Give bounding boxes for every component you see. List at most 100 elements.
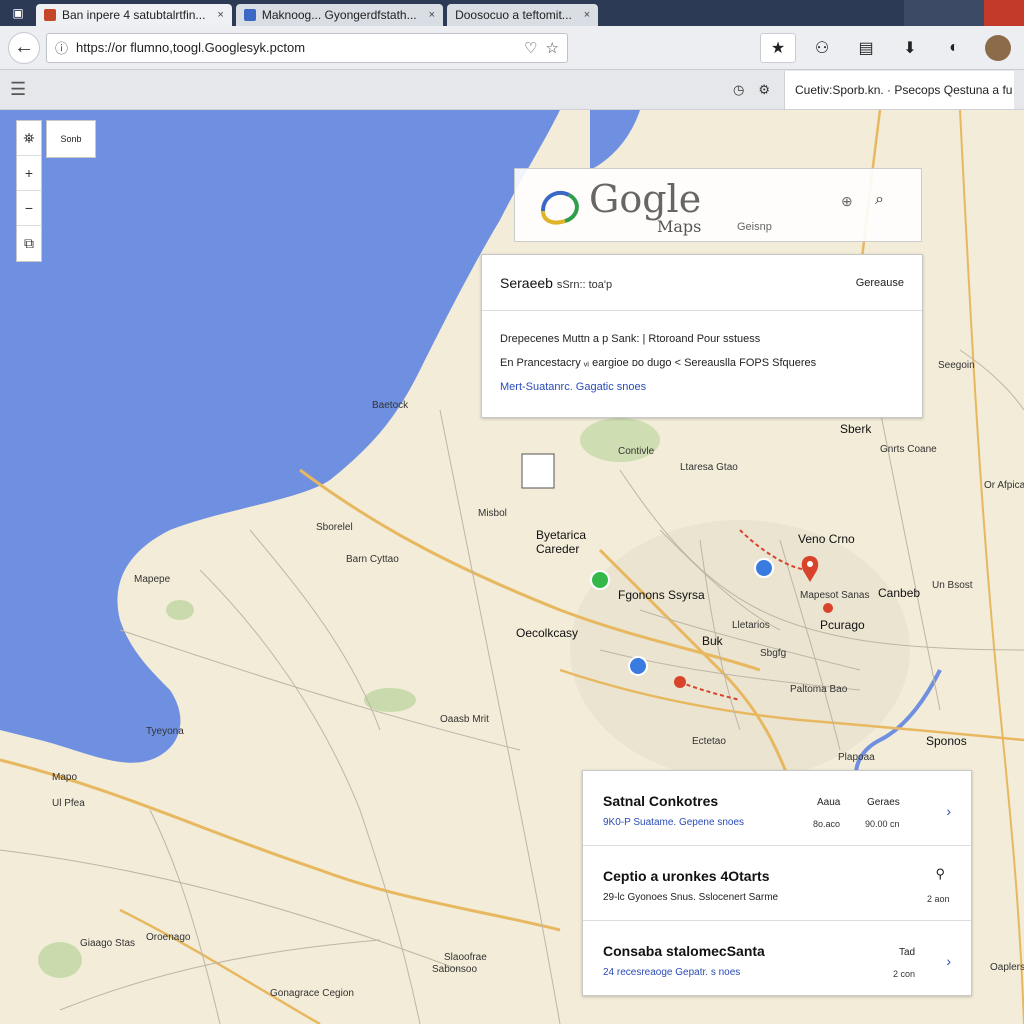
list-item[interactable]: Satnal Conkotres 9K0-P Suatame. Gepene s… (583, 771, 971, 846)
urban-area (570, 520, 910, 780)
minimap-label: Sonb (60, 134, 82, 144)
site-info-icon[interactable]: ⓘ (55, 38, 68, 57)
list-item[interactable]: Ceptio a uronkes 4Otarts 29-lc Gyonoes S… (583, 846, 971, 921)
minimize-button[interactable] (904, 0, 944, 26)
park-area (38, 942, 82, 978)
minimap[interactable]: Sonb (46, 120, 96, 158)
zoom-in-button[interactable]: + (17, 156, 41, 191)
maps-logo-icon (541, 190, 579, 225)
street-view-icon[interactable]: ⛯ (17, 121, 41, 156)
tab-3-label: Doosocuo a teftomit... (455, 8, 572, 22)
red-pin-center (807, 561, 813, 567)
tab-close-icon[interactable]: × (584, 9, 590, 21)
profile-avatar[interactable] (980, 32, 1016, 63)
reading-list-icon[interactable]: ▤ (848, 32, 884, 63)
chevron-right-icon[interactable]: › (946, 803, 951, 819)
result-column-2: Tad (899, 947, 916, 958)
tab-2-label: Maknoog... Gyongerdfstath... (261, 8, 417, 22)
search-icon[interactable]: ⌕ (875, 191, 884, 209)
map-place-label: Mapepe (134, 574, 171, 585)
search-result-link[interactable]: Mert-Suatanrc. Gagatic snoes (482, 375, 922, 399)
search-result-row[interactable]: En Prancestacry ᵥᵢ eargioe ᴅo dugo < Ser… (482, 351, 922, 375)
toolbar-icons: ★ ⚇ ▤ ⬇ ◐ (760, 32, 1016, 63)
tab-3[interactable]: Doosocuo a teftomit... × (447, 4, 599, 26)
map-place-label: Tyeyona (146, 726, 184, 737)
result-title: Satnal Conkotres (603, 793, 719, 809)
map-place-label: Buk (702, 634, 723, 648)
results-list: Satnal Conkotres 9K0-P Suatame. Gepene s… (582, 770, 972, 996)
url-text[interactable]: https://or flumno,toogl.Googlesyk.pctom (76, 40, 516, 55)
result-value-2: 90.00 ᴄn (865, 819, 900, 829)
tab-1-label: Ban inpere 4 satubtalrtfin... (62, 8, 206, 22)
tab-favicon-icon (243, 9, 256, 21)
result-subtitle: 29-lc Gyonoes Snus. Sslocenert Sarme (603, 892, 779, 903)
map-place-label: Oecolkcasy (516, 626, 579, 640)
tab-close-icon[interactable]: × (429, 9, 435, 21)
hamburger-menu-icon[interactable]: ☰ (10, 79, 26, 100)
location-icon[interactable]: ⊕ (841, 193, 853, 210)
extensions-icon[interactable]: ◐ (936, 32, 972, 63)
red-location-dot (823, 603, 833, 613)
tab-close-icon[interactable]: × (217, 9, 223, 21)
download-icon[interactable]: ⬇ (892, 32, 928, 63)
poi-box (521, 453, 555, 489)
red-location-dot (674, 676, 686, 688)
location-icon[interactable]: ⚲ (935, 866, 945, 882)
map-place-label: Veno Crno (798, 532, 855, 546)
favorites-icon[interactable]: ★ (760, 32, 796, 63)
navigation-bar: ← ⓘ https://or flumno,toogl.Googlesyk.pc… (0, 26, 1024, 70)
tab-1[interactable]: Ban inpere 4 satubtalrtfin... × (36, 4, 232, 26)
result-title: Consaba stalomecSanta (603, 943, 765, 959)
map-place-label: Gnrts Coane (880, 444, 937, 455)
map-place-label: Fgonons Ssyrsa (618, 588, 705, 602)
map-place-label: Ul Pfea (52, 798, 85, 809)
gear-icon[interactable]: ⚙ (758, 82, 770, 98)
maximize-button[interactable] (944, 0, 984, 26)
map-place-label: Pcurago (820, 618, 865, 632)
search-panel-action-button[interactable]: Gereause (856, 277, 904, 289)
directions-summary[interactable]: Cuetiv:Sporb.kn. · Psecops Qestuna a fu (784, 70, 1014, 109)
search-panel-header: Seraeeb sSrn:: toa'p Gereause (482, 255, 922, 311)
zoom-out-button[interactable]: − (17, 191, 41, 226)
search-result-row[interactable]: Drepecenes Muttn a p Sank: | Rtoroand Po… (482, 327, 922, 351)
close-window-button[interactable] (984, 0, 1024, 26)
map-place-label: Sborelel (316, 522, 353, 533)
avatar (985, 34, 1011, 61)
result-subtitle[interactable]: 9K0-P Suatame. Gepene snoes (603, 817, 744, 828)
result-column-2: Geraes (867, 797, 900, 808)
tab-2[interactable]: Maknoog... Gyongerdfstath... × (235, 4, 444, 26)
map-place-label: Oaasb Mrit (440, 714, 489, 725)
result-value-1: 8o.aco (813, 819, 841, 829)
browser-tab-strip: ▣ Ban inpere 4 satubtalrtfin... × Maknoo… (0, 0, 1024, 26)
toolbar-right: ◷ ⚙ Cuetiv:Sporb.kn. · Psecops Qestuna a… (733, 70, 1014, 109)
search-panel-title-small: sSrn:: toa'p (556, 278, 613, 291)
tab-favicon-icon (44, 9, 56, 21)
history-icon[interactable]: ◷ (733, 82, 744, 98)
map-place-label: Sabonsoo (432, 964, 478, 975)
map-place-label: Gonagrace Cegion (270, 988, 354, 999)
heart-icon[interactable]: ♡ (524, 39, 537, 57)
address-bar[interactable]: ⓘ https://or flumno,toogl.Googlesyk.pcto… (46, 32, 568, 63)
map-place-label: Slaoofrae (444, 952, 487, 963)
map-place-label: Sberk (840, 422, 872, 436)
maps-toolbar: ☰ ◷ ⚙ Cuetiv:Sporb.kn. · Psecops Qestuna… (0, 70, 1024, 110)
map-place-label: Mapesot Sanas (800, 590, 870, 601)
window-controls (904, 0, 1024, 26)
map-place-label: Sponos (926, 734, 967, 748)
search-panel-title: Seraeeb sSrn:: toa'p (500, 275, 612, 291)
map-place-label: Ltaresa Gtao (680, 462, 738, 473)
map-place-label: Un Bsost (932, 580, 973, 591)
map-place-label: Byetarica Careder (536, 528, 587, 556)
bookmark-star-icon[interactable]: ☆ (546, 39, 559, 57)
browser-menu-icon[interactable]: ▣ (0, 0, 36, 26)
chevron-right-icon[interactable]: › (946, 953, 951, 969)
layers-icon[interactable]: ⧉ (17, 226, 41, 261)
map-place-label: Contivle (618, 446, 655, 457)
list-item[interactable]: Consaba stalomecSanta 24 recesreaoge Gep… (583, 921, 971, 996)
people-icon[interactable]: ⚇ (804, 32, 840, 63)
park-area (364, 688, 416, 712)
map-place-label: Barn Cyttao (346, 554, 399, 565)
result-subtitle[interactable]: 24 recesreaoge Gepatr. s noes (603, 967, 740, 978)
map-place-label: Misbol (478, 508, 507, 519)
back-button[interactable]: ← (8, 31, 40, 64)
